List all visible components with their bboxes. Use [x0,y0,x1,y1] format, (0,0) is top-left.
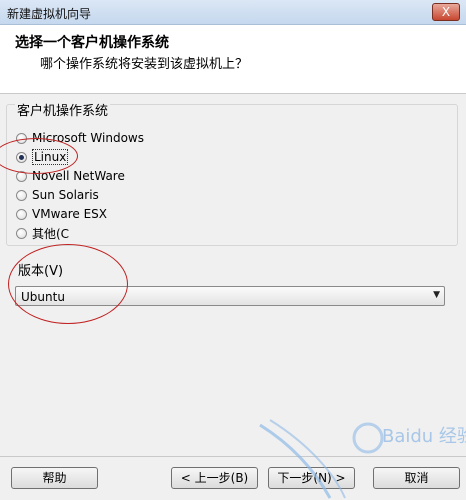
radio-option-other[interactable]: 其他(C [16,225,69,241]
close-icon: X [441,5,451,19]
radio-label: Sun Solaris [32,188,99,202]
radio-button-icon[interactable] [16,189,27,201]
radio-button-icon[interactable] [16,227,27,239]
wizard-header: 选择一个客户机操作系统 哪个操作系统将安装到该虚拟机上？ [0,25,466,94]
radio-label: 其他(C [32,226,70,241]
radio-option-solaris[interactable]: Sun Solaris [16,187,99,203]
next-button[interactable]: 下一步(N) > [268,467,355,489]
watermark-text: Baidu 经验 [382,426,466,447]
annotation-circle-version [8,244,128,324]
window-title: 新建虚拟机向导 [7,7,92,21]
cancel-button[interactable]: 取消 [373,467,460,489]
close-button[interactable]: X [432,3,460,21]
page-title: 选择一个客户机操作系统 [15,35,169,51]
radio-label: VMware ESX [32,207,108,221]
radio-option-esx[interactable]: VMware ESX [16,206,107,222]
help-button[interactable]: 帮助 [11,467,98,489]
guest-os-group-label: 客户机操作系统 [15,100,111,119]
page-subtitle: 哪个操作系统将安装到该虚拟机上？ [40,57,249,72]
footer-divider [0,456,466,457]
chevron-down-icon[interactable]: ▼ [433,290,440,300]
back-button[interactable]: < 上一步(B) [171,467,258,489]
title-bar: 新建虚拟机向导 X [0,0,466,25]
radio-button-icon[interactable] [16,208,27,220]
